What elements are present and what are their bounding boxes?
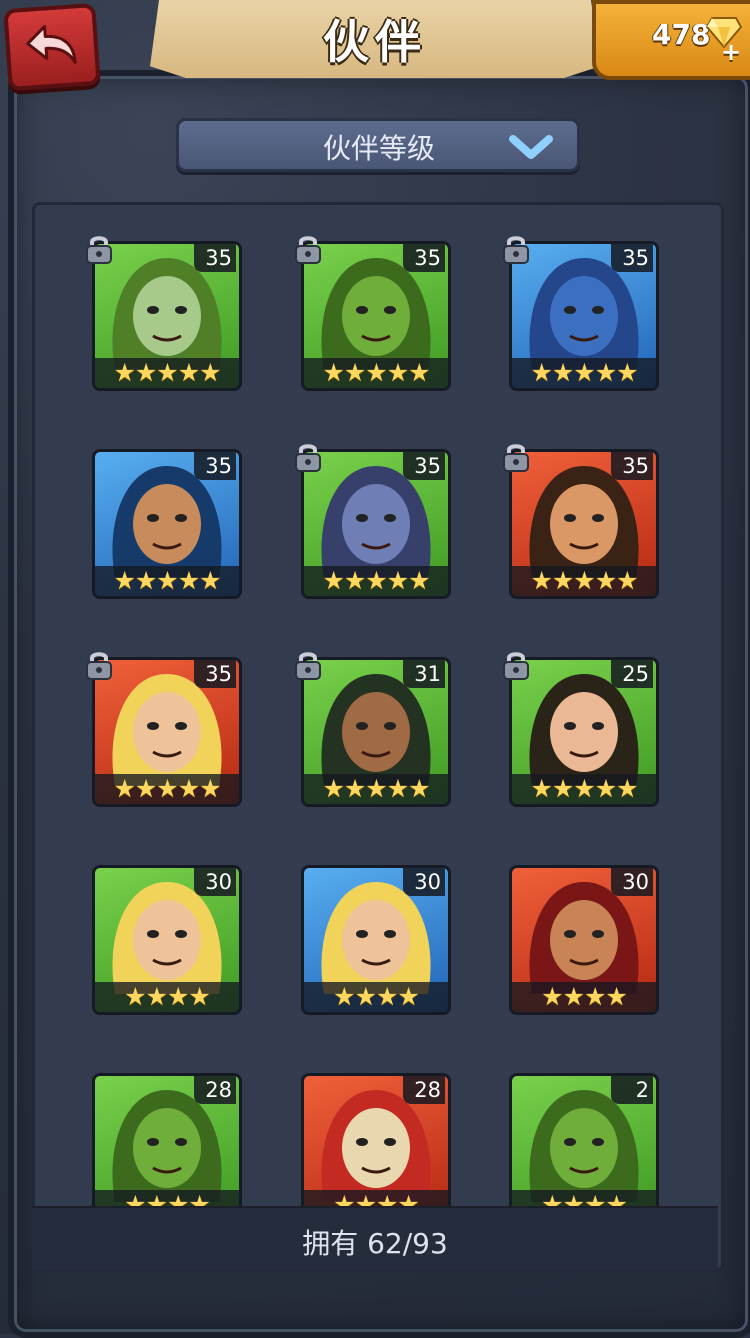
back-arrow-icon xyxy=(26,24,77,64)
lock-icon xyxy=(503,444,529,472)
star-rating: ★★★★★ xyxy=(304,566,448,596)
companion-card[interactable]: 35 ★★★★★ xyxy=(301,449,451,599)
companion-level: 35 xyxy=(611,452,653,480)
gem-count: 478 xyxy=(652,18,711,51)
companion-level: 31 xyxy=(403,660,445,688)
sort-dropdown[interactable]: 伙伴等级 xyxy=(176,118,580,172)
lock-icon xyxy=(295,652,321,680)
companion-card[interactable]: 30 ★★★★ xyxy=(509,865,659,1015)
star-rating: ★★★★★ xyxy=(512,566,656,596)
star-rating: ★★★★★ xyxy=(512,774,656,804)
chevron-down-icon xyxy=(509,135,553,159)
companion-level: 28 xyxy=(403,1076,445,1104)
companion-card[interactable]: 35 ★★★★★ xyxy=(509,241,659,391)
lock-icon xyxy=(86,236,112,264)
star-rating: ★★★★★ xyxy=(95,774,239,804)
companion-level: 28 xyxy=(194,1076,236,1104)
companion-card[interactable]: 2 ★★★★ xyxy=(509,1073,659,1223)
companion-level: 35 xyxy=(611,244,653,272)
companion-level: 35 xyxy=(403,452,445,480)
owned-count: 拥有 62/93 xyxy=(302,1227,448,1260)
companion-level: 25 xyxy=(611,660,653,688)
add-gems-icon[interactable]: + xyxy=(720,40,742,64)
companion-card[interactable]: 28 ★★★★ xyxy=(301,1073,451,1223)
companion-level: 30 xyxy=(611,868,653,896)
companion-level: 35 xyxy=(194,452,236,480)
companion-card[interactable]: 35 ★★★★★ xyxy=(92,449,242,599)
companion-card[interactable]: 28 ★★★★ xyxy=(92,1073,242,1223)
star-rating: ★★★★ xyxy=(512,982,656,1012)
star-rating: ★★★★★ xyxy=(304,774,448,804)
companion-level: 30 xyxy=(403,868,445,896)
companion-card[interactable]: 30 ★★★★ xyxy=(92,865,242,1015)
star-rating: ★★★★★ xyxy=(95,566,239,596)
owned-footer: 拥有 62/93 xyxy=(32,1206,718,1270)
companion-level: 35 xyxy=(194,660,236,688)
lock-icon xyxy=(86,652,112,680)
lock-icon xyxy=(503,236,529,264)
companion-level: 35 xyxy=(194,244,236,272)
star-rating: ★★★★★ xyxy=(304,358,448,388)
title-banner: 伙伴 xyxy=(150,0,600,78)
lock-icon xyxy=(295,444,321,472)
lock-icon xyxy=(295,236,321,264)
star-rating: ★★★★★ xyxy=(512,358,656,388)
companion-card[interactable]: 30 ★★★★ xyxy=(301,865,451,1015)
star-rating: ★★★★ xyxy=(95,982,239,1012)
companion-card[interactable]: 31 ★★★★★ xyxy=(301,657,451,807)
gem-counter[interactable]: 478 + xyxy=(592,0,750,80)
companion-level: 35 xyxy=(403,244,445,272)
back-button[interactable] xyxy=(3,2,101,92)
page-title: 伙伴 xyxy=(323,15,427,69)
companion-level: 30 xyxy=(194,868,236,896)
companion-card[interactable]: 35 ★★★★★ xyxy=(92,241,242,391)
companion-card[interactable]: 35 ★★★★★ xyxy=(509,449,659,599)
companion-card[interactable]: 35 ★★★★★ xyxy=(301,241,451,391)
companion-card[interactable]: 35 ★★★★★ xyxy=(92,657,242,807)
companion-level: 2 xyxy=(611,1076,653,1104)
lock-icon xyxy=(503,652,529,680)
star-rating: ★★★★ xyxy=(304,982,448,1012)
star-rating: ★★★★★ xyxy=(95,358,239,388)
companion-grid: 35 ★★★★★ 35 ★★★★★ 35 ★★★★★ 35 ★★★★★ 35 ★★★★★ 35 ★★★… xyxy=(32,202,724,1272)
companion-card[interactable]: 25 ★★★★★ xyxy=(509,657,659,807)
